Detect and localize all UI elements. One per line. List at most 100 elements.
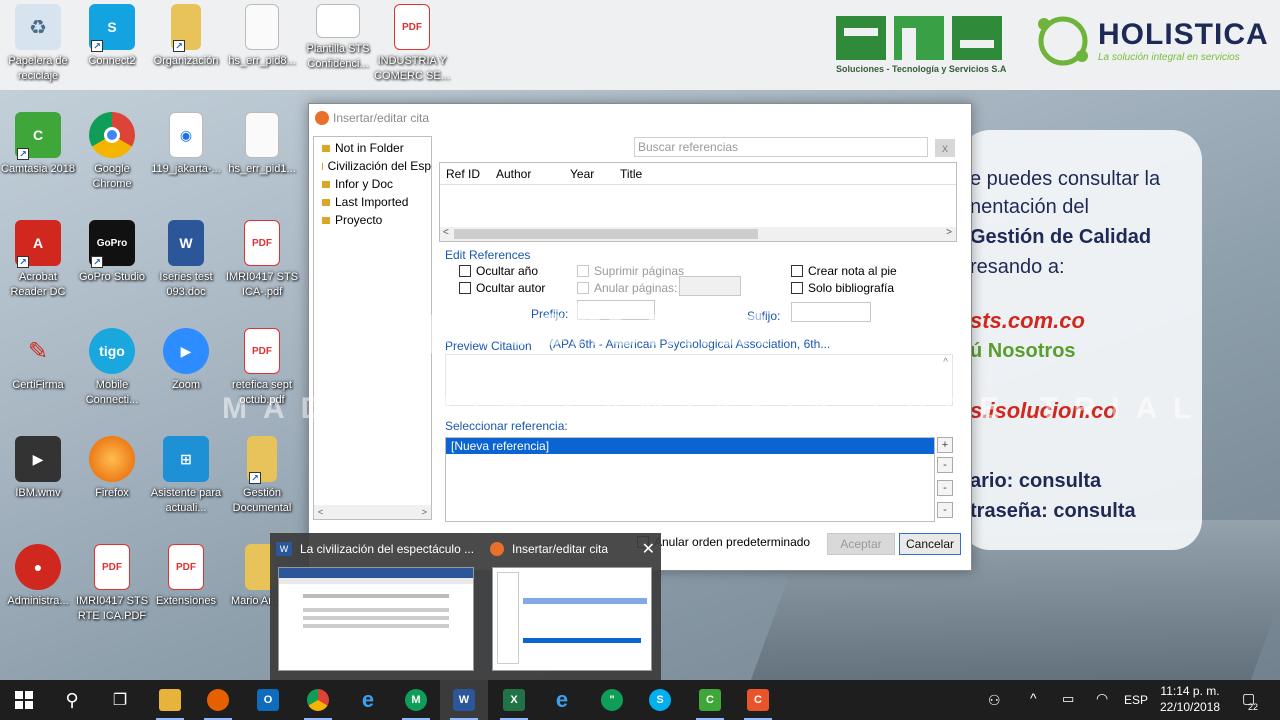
clear-search-button[interactable]: x bbox=[935, 139, 955, 157]
desktop-icon-camtasia[interactable]: C ↗ Camtasia 2018 bbox=[0, 112, 76, 177]
desktop-icon-plantilla[interactable]: Plantilla STS Confidenci... bbox=[300, 4, 376, 72]
battery-icon[interactable]: ▭ bbox=[1062, 691, 1074, 707]
scroll-thumb[interactable] bbox=[454, 229, 758, 239]
column-ref-id[interactable]: Ref ID bbox=[440, 167, 490, 181]
desktop-icon-imri-ica[interactable]: PDF IMRI0417 STS ICA-.pdf bbox=[224, 220, 300, 300]
wifi-icon[interactable]: ◠ bbox=[1096, 690, 1108, 707]
wallpaper-line: e puedes consultar la bbox=[970, 168, 1161, 190]
folder-item[interactable]: Last Imported bbox=[314, 193, 431, 211]
anular-orden-checkbox[interactable]: Anular orden predeterminado bbox=[637, 535, 810, 549]
sufijo-field[interactable] bbox=[791, 302, 871, 322]
cancel-button[interactable]: Cancelar bbox=[899, 533, 961, 555]
move-down-button[interactable]: - bbox=[937, 502, 953, 518]
desktop-icon-administra[interactable]: ● Administra... bbox=[0, 544, 76, 609]
checkbox-box[interactable] bbox=[577, 265, 589, 277]
tigo-icon: tigo bbox=[89, 328, 135, 374]
taskbar-chrome-profile[interactable]: M bbox=[392, 680, 440, 720]
desktop-icon-hs-err-1[interactable]: hs_err_pid1... bbox=[224, 112, 300, 177]
list-item[interactable]: [Nueva referencia] bbox=[446, 438, 934, 454]
scroll-left-icon[interactable]: < bbox=[443, 227, 449, 238]
start-button[interactable] bbox=[0, 680, 48, 720]
taskbar-outlook[interactable]: O bbox=[244, 680, 292, 720]
taskbar-edge[interactable]: e bbox=[344, 680, 392, 720]
crear-nota-checkbox[interactable]: Crear nota al pie bbox=[791, 264, 897, 278]
chevron-up-icon[interactable]: ^ bbox=[1030, 690, 1037, 706]
taskbar-edge-new[interactable]: e bbox=[538, 680, 586, 720]
dialog-title-bar[interactable]: Insertar/editar cita bbox=[309, 104, 971, 132]
solo-bibliografia-checkbox[interactable]: Solo bibliografía bbox=[791, 281, 894, 295]
folder-item[interactable]: Civilización del Esp bbox=[314, 157, 431, 175]
wallpaper-line: ario: consulta bbox=[970, 470, 1102, 492]
close-icon[interactable]: ✕ bbox=[642, 539, 655, 559]
checkbox-box[interactable] bbox=[459, 265, 471, 277]
folder-item[interactable]: Infor y Doc bbox=[314, 175, 431, 193]
taskbar-firefox[interactable] bbox=[194, 680, 242, 720]
chrome-profile-icon: M bbox=[405, 689, 427, 711]
scroll-right-icon[interactable]: > bbox=[946, 227, 952, 238]
desktop-icon-acrobat[interactable]: A ↗ Acrobat Reader DC bbox=[0, 220, 76, 300]
taskbar-camtasia-recorder[interactable]: C bbox=[734, 680, 782, 720]
taskbar-chrome[interactable] bbox=[294, 680, 342, 720]
desktop-icon-iseries[interactable]: W Iseries test 093.doc bbox=[148, 220, 224, 300]
remove-reference-button[interactable]: - bbox=[937, 457, 953, 473]
references-list[interactable]: Ref ID Author Year Title < > bbox=[439, 162, 957, 242]
references-scrollbar[interactable]: < > bbox=[440, 227, 956, 241]
scroll-right-icon[interactable]: > bbox=[422, 507, 427, 517]
people-icon[interactable]: ⚇ bbox=[988, 692, 1001, 709]
suprimir-paginas-checkbox[interactable]: Suprimir páginas bbox=[577, 264, 684, 278]
taskbar-file-explorer[interactable] bbox=[146, 680, 194, 720]
desktop-icon-chrome[interactable]: Google Chrome bbox=[74, 112, 150, 192]
desktop-icon-recycle-bin[interactable]: ♻ Papelera de reciclaje bbox=[0, 4, 76, 84]
search-button[interactable]: ⚲ bbox=[48, 680, 96, 720]
move-up-button[interactable]: - bbox=[937, 480, 953, 496]
add-reference-button[interactable]: + bbox=[937, 437, 953, 453]
desktop-icon-gestion[interactable]: ↗ Gestión Documental bbox=[224, 436, 300, 516]
desktop-icon-zoom[interactable]: ▶ Zoom bbox=[148, 328, 224, 393]
desktop-icon-imri-rte[interactable]: PDF IMRI0417 STS RTE ICA.PDF bbox=[74, 544, 150, 624]
desktop-icon-tigo[interactable]: tigo Mobile Connecti... bbox=[74, 328, 150, 408]
taskbar-clock[interactable]: 11:14 p. m. 22/10/2018 bbox=[1152, 683, 1228, 715]
checkbox-box[interactable] bbox=[791, 282, 803, 294]
select-reference-list[interactable]: [Nueva referencia] bbox=[445, 437, 935, 522]
desktop-icon-certifirma[interactable]: ✎ CertiFirma bbox=[0, 328, 76, 393]
taskbar-camtasia[interactable]: C bbox=[686, 680, 734, 720]
folder-item[interactable]: Proyecto bbox=[314, 211, 431, 229]
holistica-name: HOLISTICA bbox=[1098, 18, 1269, 51]
column-year[interactable]: Year bbox=[564, 167, 614, 181]
taskbar-skype[interactable]: S bbox=[636, 680, 684, 720]
camtasia-icon: C ↗ bbox=[15, 112, 61, 160]
desktop-icon-ibm[interactable]: ▶ IBM.wmv bbox=[0, 436, 76, 501]
desktop-icon-industria-pdf[interactable]: PDF INDUSTRIA Y COMERC SE... bbox=[374, 4, 450, 84]
task-view-button[interactable]: ❐ bbox=[96, 680, 144, 720]
desktop-icon-firefox[interactable]: Firefox bbox=[74, 436, 150, 501]
folder-item[interactable]: Not in Folder bbox=[314, 139, 431, 157]
search-references-input[interactable]: Buscar referencias bbox=[634, 137, 928, 157]
desktop-icon-extensiones[interactable]: PDF Extensiones bbox=[148, 544, 224, 609]
desktop-icon-gopro[interactable]: GoPro ↗ GoPro Studio bbox=[74, 220, 150, 285]
tree-scrollbar[interactable]: < > bbox=[314, 505, 431, 519]
thumbnail-word-window[interactable]: W La civilización del espectáculo ... bbox=[270, 533, 482, 680]
scroll-up-icon[interactable]: ^ bbox=[943, 357, 948, 368]
column-author[interactable]: Author bbox=[490, 167, 564, 181]
desktop-icon-organizacion[interactable]: ↗ Organización bbox=[148, 4, 224, 69]
taskbar-word[interactable]: W bbox=[440, 680, 488, 720]
hangouts-icon: " bbox=[601, 689, 623, 711]
taskbar-excel[interactable]: X bbox=[490, 680, 538, 720]
column-title[interactable]: Title bbox=[614, 167, 642, 181]
desktop-icon-connect2[interactable]: S ↗ Connect2 bbox=[74, 4, 150, 69]
language-indicator[interactable]: ESP bbox=[1124, 693, 1148, 707]
desktop-icon-asistente[interactable]: ⊞ Asistente para actuali... bbox=[148, 436, 224, 516]
scroll-left-icon[interactable]: < bbox=[318, 507, 323, 517]
search-icon: ⚲ bbox=[65, 689, 79, 710]
desktop-icon-jakarta[interactable]: ◉ 119_jakarta-... bbox=[148, 112, 224, 177]
taskbar-hangouts[interactable]: " bbox=[588, 680, 636, 720]
chrome-icon bbox=[307, 689, 329, 711]
accept-button[interactable]: Aceptar bbox=[827, 533, 895, 555]
ocultar-ano-checkbox[interactable]: Ocultar año bbox=[459, 264, 538, 278]
desktop-icon-hs-err-8[interactable]: hs_err_pid8... bbox=[224, 4, 300, 69]
folder-icon bbox=[322, 144, 330, 152]
thumbnail-citation-window[interactable]: Insertar/editar cita ✕ bbox=[484, 533, 661, 680]
folder-icon bbox=[322, 216, 330, 224]
camtasia-watermark: MADE WITH CAMTASIA FREE TRIAL bbox=[222, 392, 1208, 425]
checkbox-box[interactable] bbox=[791, 265, 803, 277]
